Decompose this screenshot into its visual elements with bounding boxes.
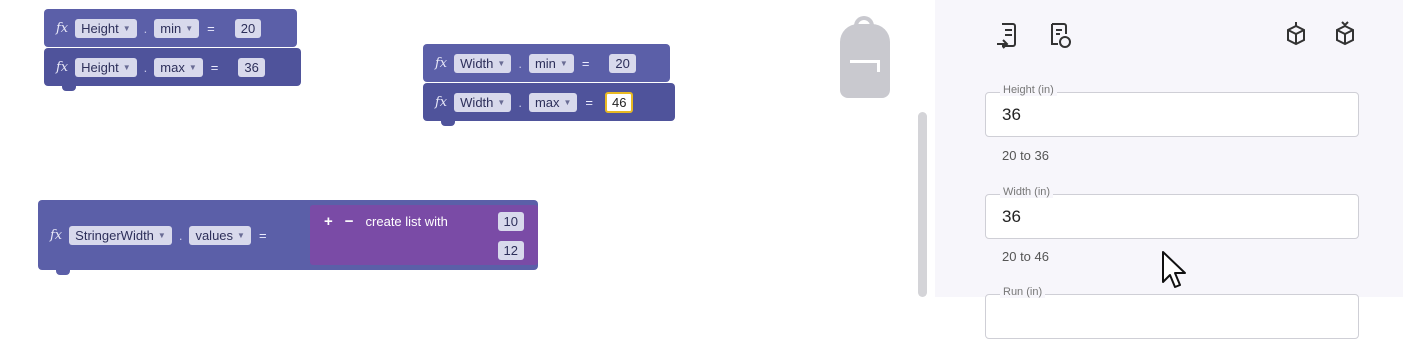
property-dropdown[interactable]: values ▼ (189, 225, 251, 245)
cursor-icon (1162, 251, 1186, 288)
property-dropdown[interactable]: min ▼ (528, 53, 574, 73)
workspace-scrollbar[interactable] (918, 112, 927, 297)
variable-dropdown[interactable]: Height ▼ (75, 57, 137, 77)
document-refresh-icon[interactable] (1045, 20, 1075, 50)
dropdown-arrow-icon: ▼ (157, 230, 166, 240)
width-min-block[interactable]: fx Width ▼ . min ▼ = 20 (423, 44, 670, 82)
property-dropdown[interactable]: min ▼ (154, 18, 200, 38)
variable-dropdown[interactable]: Height ▼ (75, 18, 137, 38)
dropdown-arrow-icon: ▼ (185, 23, 194, 33)
dot-separator: . (143, 59, 148, 75)
block-workspace[interactable]: fx Height ▼ . min ▼ = 20 fx Height ▼ . max ▼… (0, 0, 935, 297)
equals-sign: = (581, 55, 590, 71)
dropdown-label: Width (460, 55, 494, 71)
fx-label: fx (435, 94, 448, 110)
dropdown-arrow-icon: ▼ (122, 62, 131, 72)
block-notch (441, 120, 455, 126)
dropdown-label: Height (81, 20, 119, 36)
dropdown-arrow-icon: ▼ (497, 97, 506, 107)
cube-import-icon[interactable] (1330, 20, 1360, 50)
number-input-selected[interactable]: 46 (605, 91, 634, 113)
dropdown-arrow-icon: ▼ (559, 58, 568, 68)
equals-sign: = (585, 94, 594, 110)
dropdown-arrow-icon: ▼ (497, 58, 506, 68)
cube-export-icon[interactable] (1281, 20, 1311, 50)
number-input[interactable]: 20 (234, 18, 262, 38)
list-header: + − create list with (324, 213, 448, 230)
height-max-block[interactable]: fx Height ▼ . max ▼ = 36 (44, 48, 301, 91)
dot-separator: . (178, 227, 183, 243)
backpack-icon[interactable] (840, 16, 890, 98)
height-value[interactable]: 36 (1002, 105, 1021, 125)
remove-item-button[interactable]: − (345, 213, 354, 230)
dropdown-arrow-icon: ▼ (563, 97, 572, 107)
equals-sign: = (258, 227, 267, 243)
list-label: create list with (365, 214, 448, 229)
dropdown-label: values (195, 227, 234, 243)
run-field[interactable]: Run (in) (985, 286, 1359, 339)
dropdown-label: max (534, 94, 560, 110)
height-label: Height (in) (1000, 84, 1057, 96)
width-max-block[interactable]: fx Width ▼ . max ▼ = 46 (423, 83, 675, 126)
add-item-button[interactable]: + (324, 213, 333, 230)
number-input[interactable]: 20 (609, 53, 636, 73)
run-label: Run (in) (1000, 286, 1046, 298)
height-min-block[interactable]: fx Height ▼ . min ▼ = 20 (44, 9, 297, 47)
height-field[interactable]: Height (in) 36 (985, 84, 1359, 137)
dropdown-label: Height (81, 59, 119, 75)
number-input[interactable]: 36 (238, 57, 265, 77)
dot-separator: . (518, 94, 522, 110)
dropdown-label: max (160, 59, 185, 75)
dropdown-label: Width (460, 94, 494, 110)
dot-separator: . (143, 20, 148, 36)
dropdown-arrow-icon: ▼ (122, 23, 131, 33)
variable-dropdown[interactable]: StringerWidth ▼ (69, 225, 172, 245)
create-list-block[interactable]: + − create list with 10 12 (310, 205, 538, 265)
backpack-pocket (850, 60, 880, 72)
fx-label: fx (56, 59, 69, 75)
width-range: 20 to 46 (1002, 249, 1049, 264)
equals-sign: = (207, 20, 215, 36)
fx-label: fx (435, 55, 448, 71)
backpack-handle (854, 16, 874, 30)
dropdown-arrow-icon: ▼ (237, 230, 245, 240)
width-label: Width (in) (1000, 186, 1054, 198)
list-item-input[interactable]: 12 (497, 241, 524, 260)
equals-sign: = (210, 59, 219, 75)
list-item-input[interactable]: 10 (497, 212, 524, 231)
block-notch (62, 85, 76, 91)
block-notch (56, 269, 70, 275)
document-export-icon[interactable] (993, 20, 1023, 50)
height-range: 20 to 36 (1002, 148, 1049, 163)
property-dropdown[interactable]: max ▼ (154, 57, 203, 77)
dropdown-arrow-icon: ▼ (188, 62, 197, 72)
variable-dropdown[interactable]: Width ▼ (454, 53, 512, 73)
dropdown-label: min (160, 20, 182, 36)
fx-label: fx (56, 20, 69, 36)
dropdown-label: min (534, 55, 556, 71)
property-dropdown[interactable]: max ▼ (528, 92, 578, 112)
fx-label: fx (50, 227, 63, 243)
dropdown-label: StringerWidth (75, 227, 154, 243)
width-value[interactable]: 36 (1002, 207, 1021, 227)
dot-separator: . (518, 55, 522, 71)
variable-dropdown[interactable]: Width ▼ (454, 92, 512, 112)
width-field[interactable]: Width (in) 36 (985, 186, 1359, 239)
